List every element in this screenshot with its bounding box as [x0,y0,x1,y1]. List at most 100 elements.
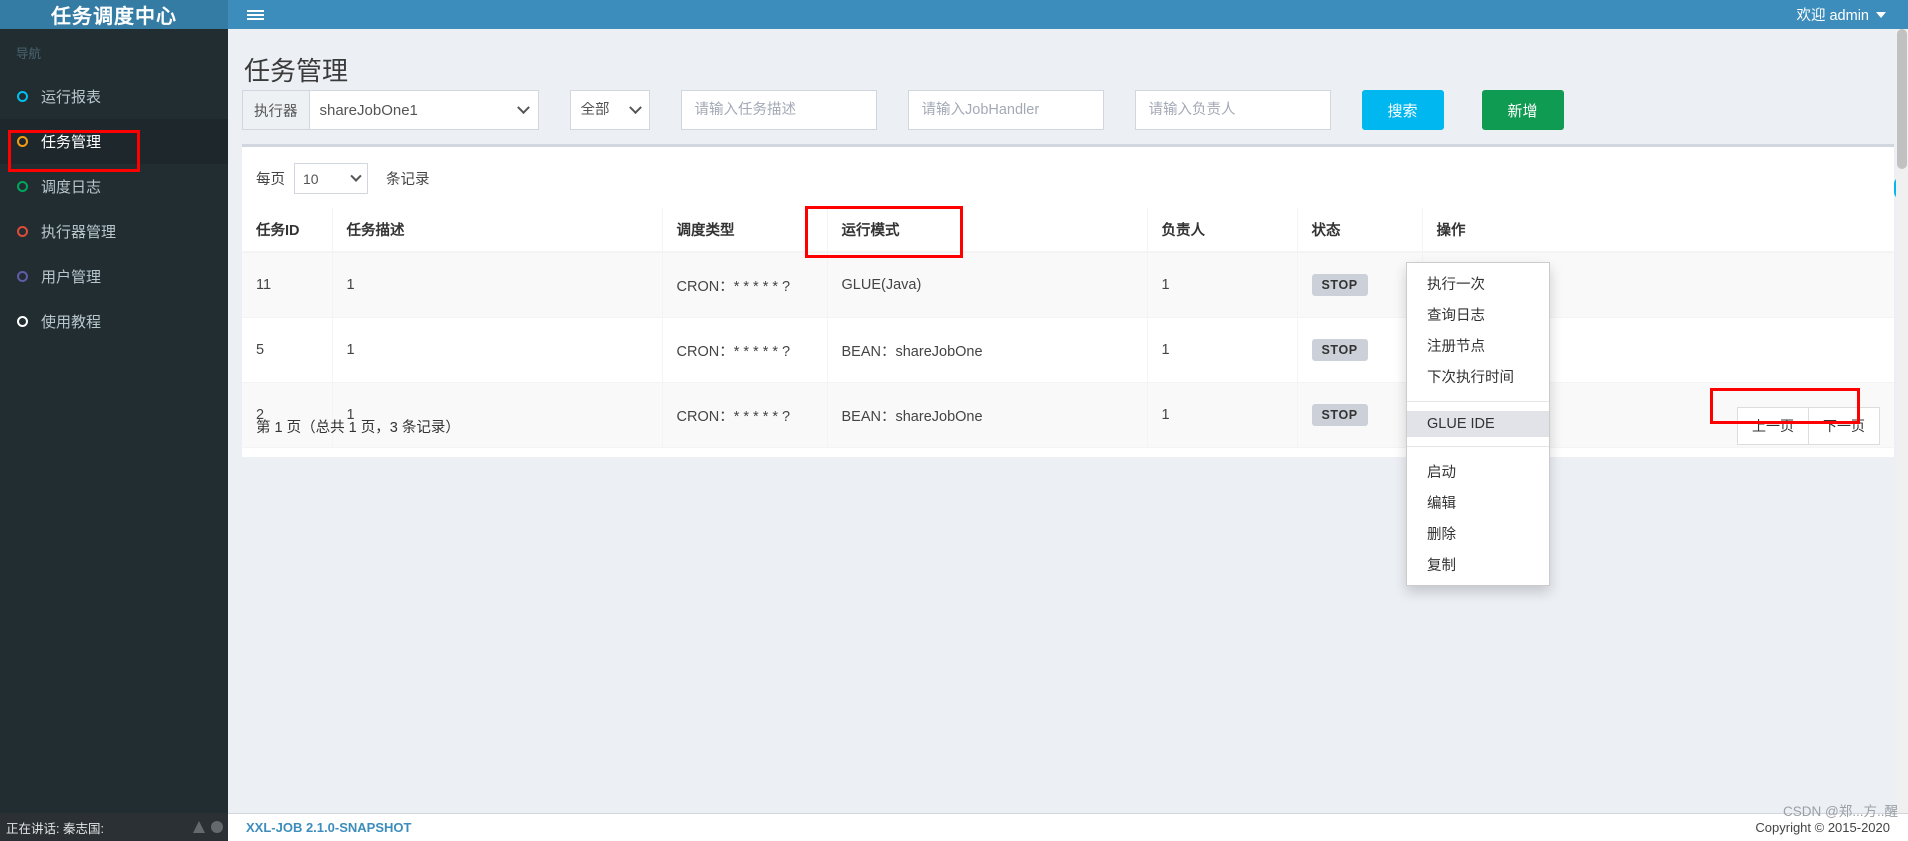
refresh-icon[interactable] [211,821,223,833]
pagination-bar: 第 1 页（总共 1 页，3 条记录） 上一页 下一页 [242,395,1894,457]
circle-icon [17,181,28,192]
sidebar-item-label: 任务管理 [41,134,102,151]
footer-copyright-label: Copyright © 2015-2020 [1755,820,1890,835]
executor-label: 执行器 [243,91,310,129]
per-page-select[interactable]: 10 [294,163,368,194]
cell-job-desc: 1 [331,252,662,318]
status-badge: STOP [1311,274,1368,296]
sidebar-item-tutorial[interactable]: 使用教程 [0,299,228,344]
status-badge: STOP [1311,339,1368,361]
jobs-table-head: 任务ID 任务描述 调度类型 运行模式 负责人 状态 操作 [242,208,1894,253]
menu-item-query-log[interactable]: 查询日志 [1407,299,1549,330]
per-page-select-wrap[interactable]: 10 [294,163,377,194]
menu-item-next-exec-time[interactable]: 下次执行时间 [1407,361,1549,392]
circle-icon [17,226,28,237]
chevron-down-icon [1876,11,1886,18]
user-menu[interactable]: 欢迎 admin [1796,0,1886,29]
owner-input[interactable] [1134,90,1331,130]
table-row: 5 1 CRON：* * * * * ? BEAN：shareJobOne 1 … [242,317,1894,383]
job-handler-input[interactable] [907,90,1104,130]
pagination-prev-button[interactable]: 上一页 [1737,407,1809,445]
cell-schedule-type: CRON：* * * * * ? [661,317,827,383]
sidebar-item-label: 运行报表 [41,89,102,106]
sidebar: 导航 运行报表 任务管理 调度日志 执行器管理 用户管理 使用教程 [0,29,228,841]
cell-job-id: 5 [242,317,332,383]
main-content: 任务管理 执行器 shareJobOne1 全部 请输入任务描述 请输入JobH… [228,29,1908,813]
sidebar-item-schedule-log[interactable]: 调度日志 [0,164,228,209]
footer-version-label: XXL-JOB 2.1.0-SNAPSHOT [246,820,412,835]
cell-job-desc: 1 [331,317,662,383]
taskbar-icons [193,821,228,833]
pagination-buttons: 上一页 下一页 [1737,407,1880,445]
menu-item-edit[interactable]: 编辑 [1407,487,1549,518]
triangle-icon[interactable] [193,821,205,833]
search-button[interactable]: 搜索 [1361,90,1444,130]
table-header-row: 任务ID 任务描述 调度类型 运行模式 负责人 状态 操作 [242,208,1894,253]
pagination-next-button[interactable]: 下一页 [1808,407,1880,445]
top-bar: 任务调度中心 欢迎 admin [0,0,1908,29]
sidebar-item-executor-management[interactable]: 执行器管理 [0,209,228,254]
page-footer: XXL-JOB 2.1.0-SNAPSHOT Copyright © 2015-… [228,813,1908,841]
per-page-suffix-label: 条记录 [386,172,430,188]
circle-icon [17,136,28,147]
menu-item-start[interactable]: 启动 [1407,456,1549,487]
job-desc-input[interactable] [680,90,877,130]
cell-owner: 1 [1146,317,1297,383]
user-greeting-label: 欢迎 admin [1796,8,1869,24]
executor-select-wrap[interactable]: shareJobOne1 [309,91,538,129]
operation-dropdown-menu: 执行一次 查询日志 注册节点 下次执行时间 GLUE IDE 启动 编辑 删除 … [1406,262,1550,586]
column-header-status: 状态 [1296,208,1422,253]
menu-item-glue-ide[interactable]: GLUE IDE [1407,411,1549,437]
cell-status: STOP [1296,252,1422,318]
column-header-schedule-type: 调度类型 [661,208,827,253]
executor-select[interactable]: shareJobOne1 [309,101,538,119]
circle-icon [17,91,28,102]
column-header-job-desc: 任务描述 [331,208,662,253]
app-root: 任务调度中心 欢迎 admin 导航 运行报表 任务管理 调度日志 执行器管理 [0,0,1908,841]
cell-run-mode: GLUE(Java) [826,252,1147,318]
status-select-wrap[interactable]: 全部 [569,90,650,130]
sidebar-item-reports[interactable]: 运行报表 [0,74,228,119]
cell-owner: 1 [1146,252,1297,318]
status-select[interactable]: 全部 [569,90,650,130]
app-brand: 任务调度中心 [0,0,228,29]
cell-job-id: 11 [242,252,332,318]
page-title: 任务管理 [244,56,349,86]
vertical-scrollbar[interactable] [1896,29,1908,813]
scrollbar-thumb[interactable] [1897,29,1907,169]
executor-filter-group: 执行器 shareJobOne1 [242,90,539,130]
column-header-run-mode: 运行模式 [826,208,1147,253]
taskbar-status-text: 正在讲话: 秦志国: [6,821,104,836]
add-job-button[interactable]: 新增 [1481,90,1564,130]
sidebar-nav-header: 导航 [16,47,42,61]
sidebar-item-label: 用户管理 [41,269,102,286]
cell-run-mode: BEAN：shareJobOne [826,317,1147,383]
menu-item-copy[interactable]: 复制 [1407,549,1549,580]
hamburger-icon[interactable] [240,0,270,29]
column-header-operation: 操作 [1421,208,1894,253]
menu-item-run-once[interactable]: 执行一次 [1407,268,1549,299]
sidebar-item-label: 使用教程 [41,314,102,331]
table-row: 11 1 CRON：* * * * * ? GLUE(Java) 1 STOP … [242,252,1894,318]
cell-status: STOP [1296,317,1422,383]
circle-icon [17,316,28,327]
column-header-owner: 负责人 [1146,208,1297,253]
jobs-panel: 每页 10 条记录 任务ID 任务描述 调度类型 运行模式 负责人 状态 操作 … [242,144,1894,457]
pagination-info: 第 1 页（总共 1 页，3 条记录） [256,419,460,436]
menu-divider [1407,401,1549,402]
circle-icon [17,271,28,282]
per-page-prefix-label: 每页 [256,172,285,188]
system-taskbar: 正在讲话: 秦志国: [0,813,228,841]
sidebar-item-label: 调度日志 [41,179,102,196]
sidebar-item-job-management[interactable]: 任务管理 [0,119,228,164]
watermark-label: CSDN @郑...方..醒 [1783,804,1898,819]
menu-item-delete[interactable]: 删除 [1407,518,1549,549]
menu-divider [1407,446,1549,447]
cell-schedule-type: CRON：* * * * * ? [661,252,827,318]
column-header-job-id: 任务ID [242,208,332,253]
sidebar-item-label: 执行器管理 [41,224,117,241]
menu-item-registry-node[interactable]: 注册节点 [1407,330,1549,361]
sidebar-item-user-management[interactable]: 用户管理 [0,254,228,299]
search-toolbar: 执行器 shareJobOne1 全部 搜索 新增 [242,88,1894,132]
per-page-control: 每页 10 条记录 [242,147,1894,194]
